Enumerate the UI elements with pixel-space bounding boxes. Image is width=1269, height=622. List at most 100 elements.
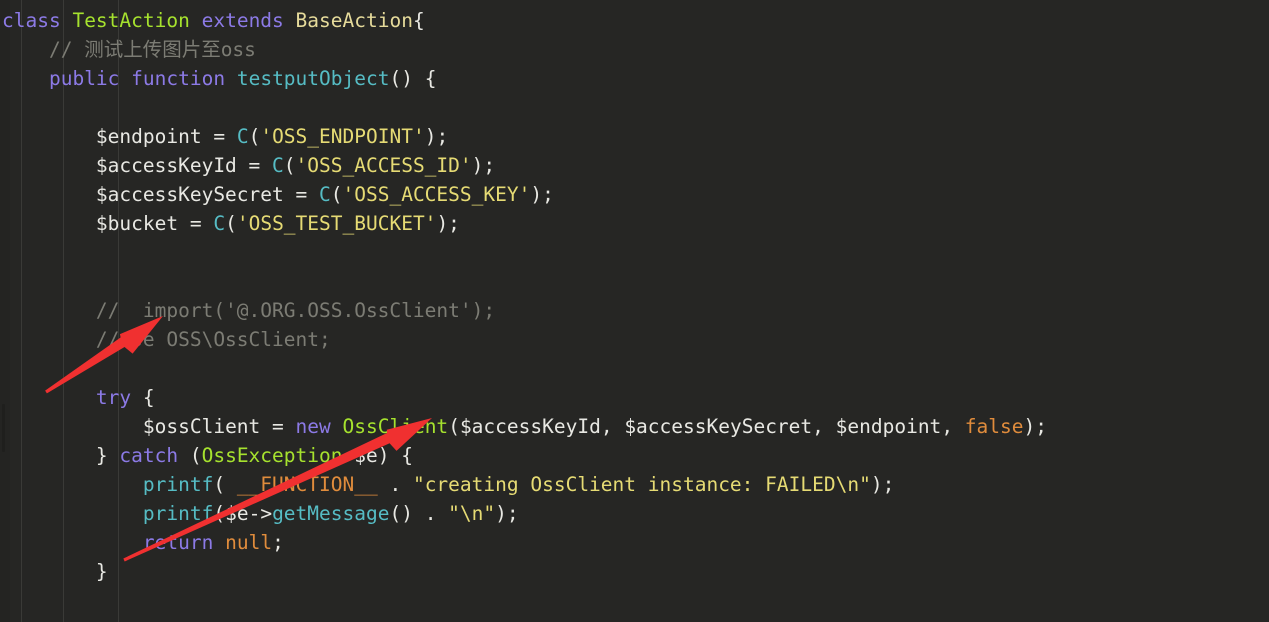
token-var: $endpoint bbox=[95, 125, 202, 148]
token-punct: ); bbox=[495, 502, 519, 525]
token-comment: //use OSS\OssClient; bbox=[95, 328, 331, 351]
token-punct: ) { bbox=[377, 444, 413, 467]
token-var: $e bbox=[354, 444, 378, 467]
token-punct: . bbox=[377, 473, 413, 496]
token-punct: ( bbox=[330, 183, 343, 206]
code-line[interactable]: printf($e->getMessage() . "\n"); bbox=[0, 499, 1269, 528]
code-line[interactable]: class TestAction extends BaseAction{ bbox=[0, 6, 1269, 35]
token-punct: ( bbox=[448, 415, 460, 438]
token-var: $endpoint bbox=[835, 415, 942, 438]
token-punct: { bbox=[131, 386, 155, 409]
token-string: "creating OssClient instance: FAILED\n" bbox=[412, 473, 871, 496]
code-line[interactable] bbox=[0, 238, 1269, 267]
token-func: testputObject bbox=[236, 67, 390, 90]
token-punct: ); bbox=[436, 212, 460, 235]
token-punct: ( bbox=[283, 154, 296, 177]
token-keyword: extends bbox=[201, 9, 284, 32]
token-punct: ); bbox=[1023, 415, 1047, 438]
token-punct: , bbox=[812, 415, 836, 438]
code-text-area[interactable]: class TestAction extends BaseAction{ // … bbox=[0, 6, 1269, 586]
code-line[interactable]: try { bbox=[0, 383, 1269, 412]
token-var: $e bbox=[225, 502, 249, 525]
token-func: C bbox=[319, 183, 331, 206]
code-line[interactable]: // import('@.ORG.OSS.OssClient'); bbox=[0, 296, 1269, 325]
code-line[interactable]: $ossClient = new OssClient($accessKeyId,… bbox=[0, 412, 1269, 441]
token-keyword: return bbox=[142, 531, 214, 554]
token-func: getMessage bbox=[272, 502, 390, 525]
token-class: OssClient bbox=[342, 415, 449, 438]
token-punct: } bbox=[95, 444, 120, 467]
token-punct: ; bbox=[272, 531, 284, 554]
token-var: $accessKeyId bbox=[459, 415, 601, 438]
token-func: printf bbox=[142, 473, 214, 496]
token-punct: ); bbox=[870, 473, 895, 496]
token-punct: = bbox=[283, 183, 319, 206]
code-line[interactable] bbox=[0, 93, 1269, 122]
code-line[interactable] bbox=[0, 354, 1269, 383]
code-line[interactable]: // 测试上传图片至oss bbox=[0, 35, 1269, 64]
code-editor-viewport: class TestAction extends BaseAction{ // … bbox=[0, 0, 1269, 622]
code-line[interactable]: printf( __FUNCTION__ . "creating OssClie… bbox=[0, 470, 1269, 499]
token-const: null bbox=[225, 531, 273, 554]
token-punct: = bbox=[260, 415, 296, 438]
token-var: $accessKeySecret bbox=[624, 415, 813, 438]
code-line[interactable] bbox=[0, 267, 1269, 296]
token-class: TestAction bbox=[72, 9, 190, 32]
code-line[interactable]: $bucket = C('OSS_TEST_BUCKET'); bbox=[0, 209, 1269, 238]
token-keyword: try bbox=[95, 386, 132, 409]
token-punct: ( bbox=[248, 125, 261, 148]
token-punct: , bbox=[600, 415, 625, 438]
token-var: $accessKeySecret bbox=[95, 183, 284, 206]
token-string: 'OSS_ACCESS_KEY' bbox=[342, 183, 531, 206]
token-func: C bbox=[272, 154, 284, 177]
token-punct: } bbox=[95, 560, 108, 583]
token-keyword: public bbox=[48, 67, 120, 90]
token-punct: () . bbox=[389, 502, 449, 525]
token-magic: __FUNCTION__ bbox=[236, 473, 378, 496]
token-punct: ); bbox=[424, 125, 449, 148]
code-line[interactable]: $accessKeySecret = C('OSS_ACCESS_KEY'); bbox=[0, 180, 1269, 209]
code-line[interactable]: return null; bbox=[0, 528, 1269, 557]
code-line[interactable]: $endpoint = C('OSS_ENDPOINT'); bbox=[0, 122, 1269, 151]
token-punct: = bbox=[178, 212, 214, 235]
code-line[interactable]: } catch (OssException $e) { bbox=[0, 441, 1269, 470]
token-string: 'OSS_ACCESS_ID' bbox=[295, 154, 472, 177]
code-line[interactable]: $accessKeyId = C('OSS_ACCESS_ID'); bbox=[0, 151, 1269, 180]
token-classpale: BaseAction bbox=[295, 9, 413, 32]
token-punct: -> bbox=[248, 502, 273, 525]
code-line[interactable]: //use OSS\OssClient; bbox=[0, 325, 1269, 354]
token-const: false bbox=[964, 415, 1024, 438]
token-punct: ); bbox=[530, 183, 554, 206]
token-var: $bucket bbox=[95, 212, 179, 235]
code-line[interactable]: } bbox=[0, 557, 1269, 586]
token-punct: ( bbox=[213, 502, 226, 525]
token-punct: ( bbox=[178, 444, 202, 467]
token-keyword: function bbox=[131, 67, 226, 90]
token-punct: = bbox=[201, 125, 237, 148]
token-punct: ); bbox=[471, 154, 496, 177]
token-func: C bbox=[236, 125, 249, 148]
code-line[interactable]: public function testputObject() { bbox=[0, 64, 1269, 93]
token-comment: // 测试上传图片至oss bbox=[48, 38, 256, 61]
token-string: 'OSS_ENDPOINT' bbox=[260, 125, 425, 148]
token-punct: ( bbox=[225, 212, 237, 235]
token-func: printf bbox=[142, 502, 214, 525]
